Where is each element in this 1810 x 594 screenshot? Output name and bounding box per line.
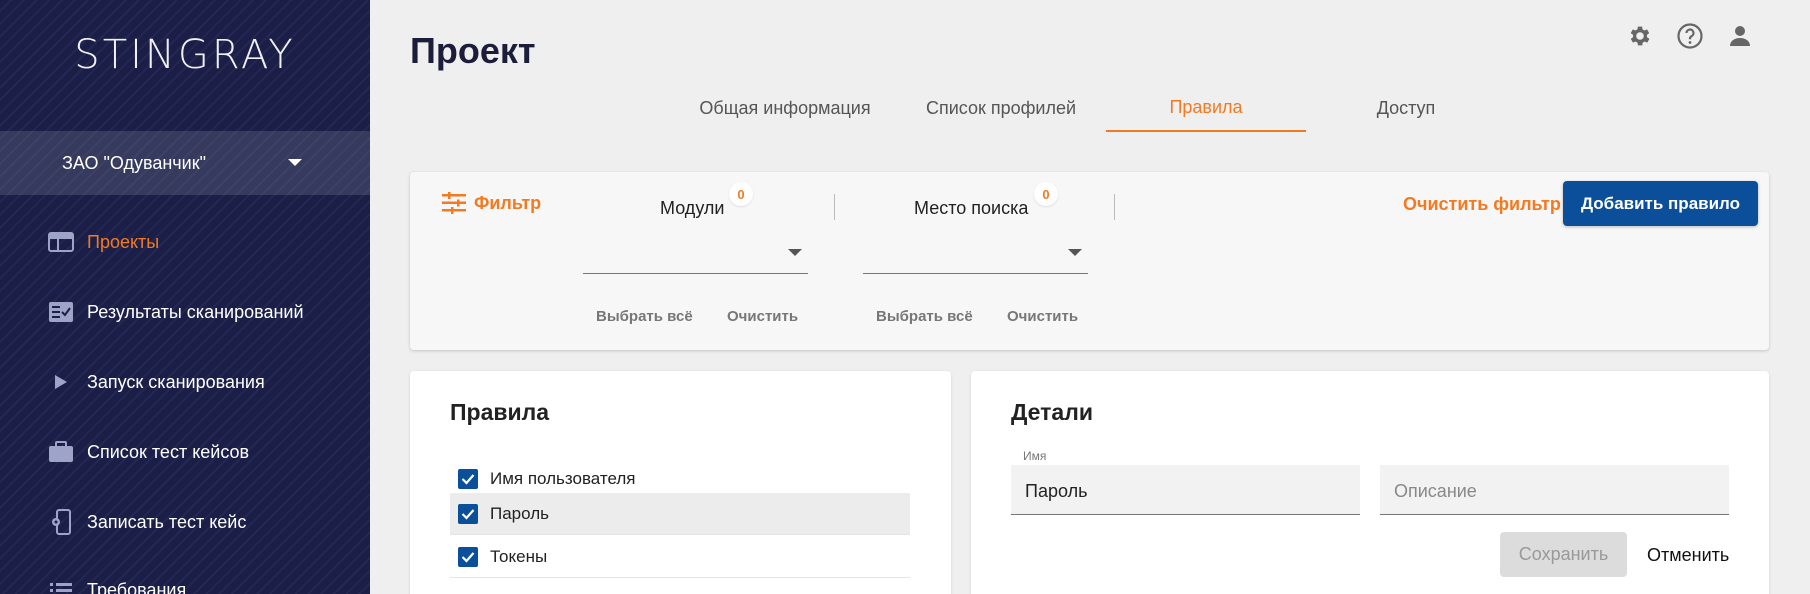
page-title: Проект [410,30,536,71]
save-button[interactable]: Сохранить [1500,532,1627,577]
cancel-button[interactable]: Отменить [1647,545,1729,566]
rule-row[interactable]: Пароль [450,493,910,535]
sidebar: STINGRAY ЗАО "Одуванчик" Проекты Результ… [0,0,370,594]
org-name: ЗАО "Одуванчик" [62,152,206,173]
sidebar-item-label: Записать тест кейс [87,511,247,532]
phone-record-icon [47,509,75,535]
sidebar-item-label: Запуск сканирования [87,371,265,392]
tab-label: Список профилей [925,97,1077,118]
projects-icon [47,230,75,254]
sidebar-item-run-scan[interactable]: Запуск сканирования [0,362,370,402]
sidebar-item-test-cases[interactable]: Список тест кейсов [0,432,370,472]
modules-select[interactable] [583,228,808,274]
rules-card: Правила Имя пользователя Пароль Токены [410,371,951,594]
tab-label: Правила [1169,96,1243,117]
sidebar-item-projects[interactable]: Проекты [0,222,370,262]
name-field[interactable]: Имя Пароль [1011,449,1360,515]
name-field-label: Имя [1023,449,1047,463]
tab-general-info[interactable]: Общая информация [680,84,890,132]
sidebar-item-scan-results[interactable]: Результаты сканирований [0,292,370,332]
name-field-value: Пароль [1025,481,1088,501]
checkbox-checked-icon[interactable] [458,546,478,567]
help-icon[interactable] [1676,22,1704,50]
divider [834,194,835,220]
modules-title: Модули [660,198,725,218]
sidebar-item-label: Список тест кейсов [87,441,250,462]
chevron-down-icon [788,249,802,256]
details-title: Детали [1011,399,1093,425]
rule-label: Имя пользователя [490,468,636,488]
tab-profiles[interactable]: Список профилей [896,84,1106,132]
sidebar-item-label: Результаты сканирований [87,301,304,322]
rule-label: Токены [490,546,548,566]
play-icon [47,370,75,394]
sidebar-item-record-test-case[interactable]: Записать тест кейс [0,502,370,542]
modules-select-all[interactable]: Выбрать всё [596,308,693,325]
sidebar-item-requirements[interactable]: Требования [0,570,370,594]
briefcase-icon [47,440,75,464]
rule-row[interactable]: Токены [450,536,910,578]
chevron-down-icon [1068,249,1082,256]
description-placeholder: Описание [1394,481,1477,501]
modules-clear[interactable]: Очистить [727,308,798,325]
add-rule-button[interactable]: Добавить правило [1563,181,1758,226]
filter-toggle[interactable]: Фильтр [442,192,541,214]
location-select[interactable] [863,228,1088,274]
divider [1114,194,1115,220]
chevron-down-icon [288,159,302,166]
tab-label: Общая информация [699,97,871,118]
sidebar-item-label: Проекты [87,231,160,252]
tab-rules[interactable]: Правила [1106,84,1306,132]
org-selector[interactable]: ЗАО "Одуванчик" [0,131,370,195]
description-field[interactable]: Описание [1380,465,1729,515]
top-icons [1626,22,1754,50]
sidebar-item-label: Требования [87,579,187,594]
modules-count-badge: 0 [729,182,753,206]
logo: STINGRAY [74,32,296,78]
checkbox-checked-icon[interactable] [458,503,478,524]
location-clear[interactable]: Очистить [1007,308,1078,325]
checkbox-checked-icon[interactable] [458,468,478,489]
location-title: Место поиска [914,198,1029,218]
clear-filter-button[interactable]: Очистить фильтр [1403,194,1561,215]
scan-results-icon [47,300,75,324]
filter-label: Фильтр [474,192,542,213]
location-select-all[interactable]: Выбрать всё [876,308,973,325]
rule-label: Пароль [490,503,549,523]
tab-label: Доступ [1376,97,1436,118]
list-icon [47,578,75,594]
tab-access[interactable]: Доступ [1306,84,1506,132]
filter-sliders-icon [442,192,466,214]
rules-title: Правила [450,399,550,425]
user-icon[interactable] [1726,22,1754,50]
gear-icon[interactable] [1626,22,1654,50]
location-count-badge: 0 [1034,182,1058,206]
